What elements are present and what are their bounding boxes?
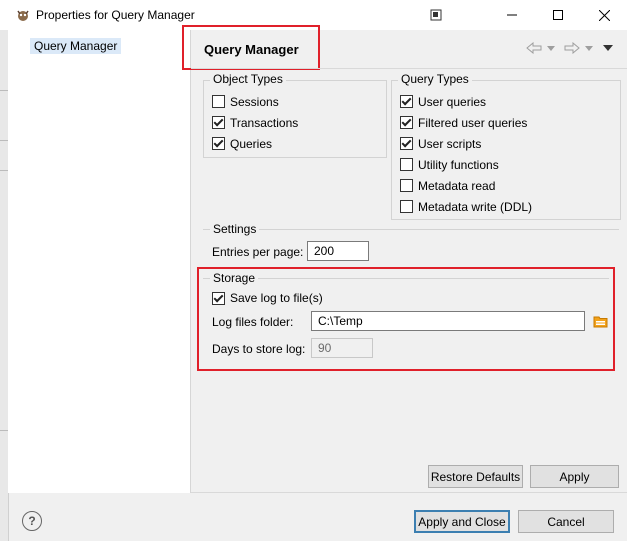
restore-defaults-button[interactable]: Restore Defaults	[428, 465, 523, 488]
checkbox-metadata-write[interactable]: Metadata write (DDL)	[400, 196, 532, 217]
checkbox-label: Transactions	[230, 115, 299, 130]
restore-view-icon[interactable]	[413, 0, 459, 30]
checkbox-sessions[interactable]: Sessions	[212, 91, 298, 112]
app-icon	[16, 8, 30, 22]
checkbox-box[interactable]	[400, 95, 413, 108]
back-dropdown-icon[interactable]	[546, 40, 556, 56]
checkbox-label: Sessions	[230, 94, 279, 109]
checkbox-label: Queries	[230, 136, 273, 151]
checkbox-user-queries[interactable]: User queries	[400, 91, 532, 112]
folder-browse-icon[interactable]	[593, 314, 608, 328]
tree-item-query-manager[interactable]: Query Manager	[30, 38, 122, 54]
cancel-button[interactable]: Cancel	[518, 510, 614, 533]
object-types-label: Object Types	[210, 72, 286, 86]
days-to-store-label: Days to store log:	[212, 342, 306, 356]
checkbox-label: Metadata read	[418, 178, 496, 193]
checkbox-metadata-read[interactable]: Metadata read	[400, 175, 532, 196]
checkbox-label: Utility functions	[418, 157, 499, 172]
apply-button[interactable]: Apply	[530, 465, 619, 488]
preference-tree	[8, 30, 191, 493]
checkbox-label: Save log to file(s)	[230, 291, 323, 305]
log-folder-label: Log files folder:	[212, 315, 294, 329]
help-icon[interactable]: ?	[22, 511, 42, 531]
maximize-button[interactable]	[535, 0, 581, 30]
checkbox-label: Filtered user queries	[418, 115, 528, 130]
object-types-list: Sessions Transactions Queries	[212, 91, 298, 154]
bottom-separator	[191, 492, 627, 493]
settings-label: Settings	[210, 222, 260, 236]
checkbox-box[interactable]	[400, 179, 413, 192]
checkbox-box[interactable]	[400, 137, 413, 150]
checkbox-save-log[interactable]: Save log to file(s)	[212, 289, 323, 307]
checkbox-box[interactable]	[212, 137, 225, 150]
checkbox-label: User queries	[418, 94, 487, 109]
back-arrow-icon[interactable]	[526, 40, 542, 56]
close-button[interactable]	[581, 0, 627, 30]
checkbox-label: Metadata write (DDL)	[418, 199, 533, 214]
minimize-button[interactable]	[489, 0, 535, 30]
checkbox-box[interactable]	[400, 116, 413, 129]
checkbox-label: User scripts	[418, 136, 482, 151]
checkbox-box[interactable]	[212, 291, 225, 305]
checkbox-transactions[interactable]: Transactions	[212, 112, 298, 133]
checkbox-queries[interactable]: Queries	[212, 133, 298, 154]
header-separator	[191, 68, 627, 69]
checkbox-box[interactable]	[400, 158, 413, 171]
entries-per-page-label: Entries per page:	[212, 245, 304, 259]
checkbox-user-scripts[interactable]: User scripts	[400, 133, 532, 154]
checkbox-utility-functions[interactable]: Utility functions	[400, 154, 532, 175]
apply-and-close-button[interactable]: Apply and Close	[414, 510, 510, 533]
page-title: Query Manager	[204, 42, 299, 57]
query-types-label: Query Types	[398, 72, 472, 86]
window-title: Properties for Query Manager	[36, 8, 195, 22]
checkbox-box[interactable]	[212, 95, 225, 108]
log-folder-input[interactable]: C:\Temp	[311, 311, 585, 331]
storage-label: Storage	[210, 271, 259, 285]
checkbox-box[interactable]	[400, 200, 413, 213]
query-types-list: User queries Filtered user queries User …	[400, 91, 532, 217]
forward-arrow-icon[interactable]	[564, 40, 580, 56]
days-to-store-input[interactable]: 90	[311, 338, 373, 358]
view-menu-icon[interactable]	[602, 40, 614, 56]
entries-per-page-input[interactable]: 200	[307, 241, 369, 261]
checkbox-filtered-user-queries[interactable]: Filtered user queries	[400, 112, 532, 133]
forward-dropdown-icon[interactable]	[584, 40, 594, 56]
checkbox-box[interactable]	[212, 116, 225, 129]
